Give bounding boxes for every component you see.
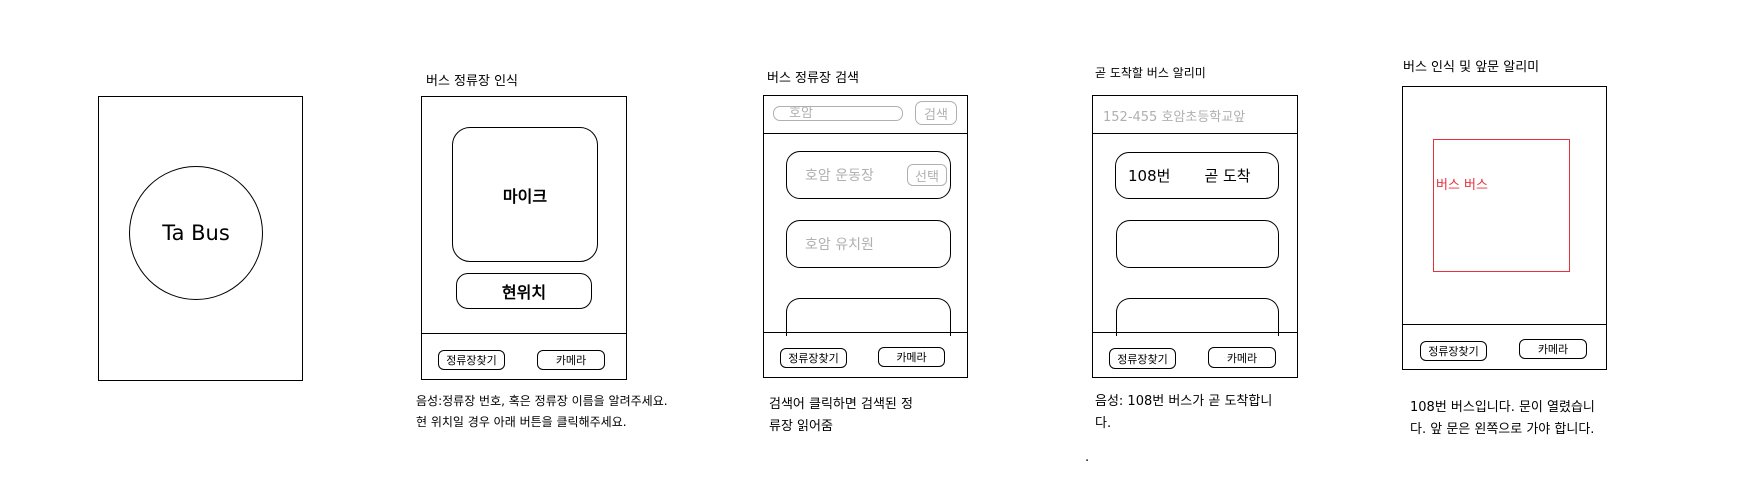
current-location-button[interactable]: 현위치 (456, 273, 592, 309)
screen5-find-stop-button[interactable]: 정류장찾기 (1420, 341, 1487, 361)
screen4-header-divider (1092, 133, 1298, 134)
screen2-title: 버스 정류장 인식 (426, 74, 518, 89)
screen5-title: 버스 인식 및 앞문 알리미 (1403, 60, 1540, 75)
screen3-caption-line: 류장 읽어줌 (769, 419, 833, 434)
search-result-item[interactable]: 호암 유치원 (786, 220, 951, 268)
screen2-caption-line: 음성:정류장 번호, 혹은 정류장 이름을 알려주세요. (416, 394, 668, 408)
stop-label: 152-455 호암초등학교앞 (1103, 110, 1246, 125)
bus-card-empty[interactable] (1116, 220, 1279, 268)
screen4-find-stop-button[interactable]: 정류장찾기 (1109, 348, 1176, 369)
bus-detection-box: 버스 버스 (1433, 139, 1570, 272)
current-location-label: 현위치 (501, 283, 547, 302)
search-button-label: 검색 (924, 107, 948, 123)
search-result-label: 호암 운동장 (805, 168, 874, 184)
screen4-camera-button[interactable]: 카메라 (1208, 347, 1276, 368)
mic-button[interactable]: 마이크 (452, 127, 598, 262)
stray-dot: . (1085, 450, 1090, 465)
screen3-header-divider (763, 133, 968, 134)
detected-bus-label: 버스 버스 (1436, 178, 1488, 193)
screen4-caption: 음성: 108번 버스가 곧 도착합니 다. (1095, 391, 1272, 435)
screen2-find-stop-button[interactable]: 정류장찾기 (438, 350, 505, 370)
mic-label: 마이크 (502, 186, 548, 206)
screen2-camera-button[interactable]: 카메라 (537, 350, 605, 370)
search-input[interactable]: 호암 (773, 106, 903, 121)
screen5-caption-line: 108번 버스입니다. 문이 열렸습니 (1410, 400, 1595, 415)
logo-text: Ta Bus (162, 221, 230, 245)
search-result-item-empty[interactable] (786, 298, 951, 336)
screen5-caption: 108번 버스입니다. 문이 열렸습니 다. 앞 문은 왼쪽으로 가야 합니다. (1410, 397, 1595, 441)
bus-card-empty[interactable] (1116, 298, 1279, 336)
search-input-value: 호암 (789, 106, 813, 121)
screen3-caption: 검색어 클릭하면 검색된 정 류장 읽어줌 (769, 394, 913, 438)
screen2-nav-divider (421, 333, 627, 334)
screen3-camera-button[interactable]: 카메라 (878, 347, 945, 367)
logo-circle: Ta Bus (129, 166, 263, 300)
screen4-nav-divider (1092, 332, 1298, 333)
screen2-caption: 음성:정류장 번호, 혹은 정류장 이름을 알려주세요. 현 위치일 경우 아래… (416, 391, 668, 433)
screen3-caption-line: 검색어 클릭하면 검색된 정 (769, 397, 913, 412)
screen4-caption-line: 다. (1095, 416, 1112, 431)
screen5-caption-line: 다. 앞 문은 왼쪽으로 가야 합니다. (1410, 422, 1595, 437)
screen3-title: 버스 정류장 검색 (767, 71, 859, 86)
bus-number: 108번 (1128, 167, 1171, 185)
screen5-nav-divider (1402, 324, 1607, 325)
search-result-label: 호암 유치원 (805, 237, 874, 253)
screen2-caption-line: 현 위치일 경우 아래 버튼을 클릭해주세요. (416, 415, 627, 429)
screen3-nav-divider (763, 332, 968, 333)
bus-status: 곧 도착 (1204, 167, 1251, 185)
select-button-label: 선택 (915, 169, 939, 185)
screen4-title: 곧 도착할 버스 알리미 (1095, 66, 1206, 80)
screen3-find-stop-button[interactable]: 정류장찾기 (780, 348, 847, 368)
search-button[interactable]: 검색 (915, 101, 957, 125)
screen4-caption-line: 음성: 108번 버스가 곧 도착합니 (1095, 394, 1273, 409)
screen5-camera-button[interactable]: 카메라 (1519, 339, 1587, 359)
select-button[interactable]: 선택 (907, 164, 947, 186)
arriving-bus-card[interactable]: 108번 곧 도착 (1115, 152, 1279, 199)
